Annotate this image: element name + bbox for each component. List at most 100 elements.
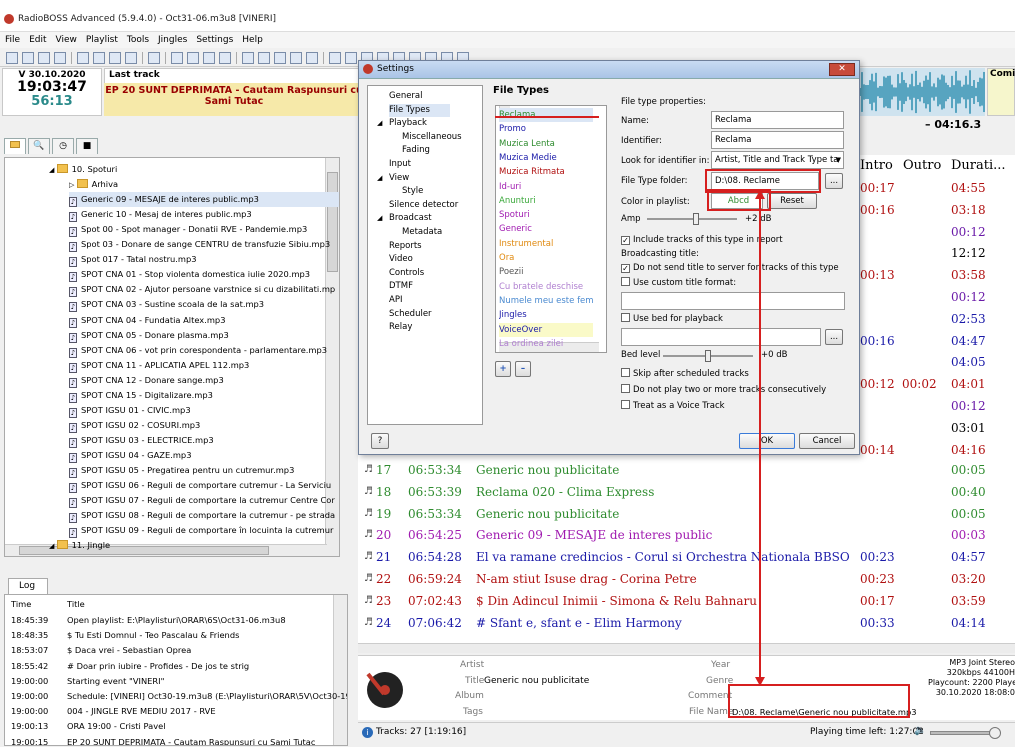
- settings-nav-item[interactable]: General: [389, 90, 423, 103]
- col-outro[interactable]: Outro: [903, 158, 941, 173]
- bed-file-field[interactable]: [621, 328, 821, 346]
- tree-item[interactable]: ♪ SPOT CNA 06 - vot prin corespondenta - …: [69, 343, 339, 358]
- bed-browse-button[interactable]: ...: [825, 329, 843, 345]
- log-scrollbar[interactable]: [333, 595, 347, 745]
- tree-item[interactable]: ♪ SPOT IGSU 09 - Reguli de comportare în …: [69, 523, 339, 539]
- toolbar-button-icon[interactable]: [109, 52, 121, 64]
- toolbar-button-icon[interactable]: [258, 52, 270, 64]
- settings-nav-item[interactable]: API: [389, 294, 402, 307]
- menu-item-tools[interactable]: Tools: [127, 35, 149, 45]
- file-type-item[interactable]: Cu bratele deschise: [499, 280, 593, 294]
- toolbar-button-icon[interactable]: [242, 52, 254, 64]
- playlist-row[interactable]: ♬ 18 06:53:39 Reclama 020 - Clima Express 00…: [358, 481, 1015, 503]
- amp-slider[interactable]: [647, 213, 737, 225]
- settings-nav-item[interactable]: ◢ Broadcast: [377, 212, 432, 225]
- menu-item-file[interactable]: File: [5, 35, 20, 45]
- file-type-item[interactable]: Poezii: [499, 265, 593, 279]
- look-select[interactable]: Artist, Title and Track Type ta ▼: [711, 151, 844, 169]
- expand-arrow-icon[interactable]: ◢: [377, 212, 382, 225]
- playlist-row[interactable]: ♬ 20 06:54:25 Generic 09 - MESAJE de intere…: [358, 524, 1015, 546]
- tree-item[interactable]: ♪ SPOT CNA 03 - Sustine scoala de la sat.…: [69, 297, 339, 313]
- menu-item-help[interactable]: Help: [242, 35, 263, 45]
- settings-nav-item[interactable]: Style: [402, 185, 423, 198]
- tree-item[interactable]: ♪ SPOT CNA 02 - Ajutor persoane varstnice…: [69, 282, 339, 298]
- database-tab-icon[interactable]: ■: [76, 138, 98, 154]
- file-type-item[interactable]: La ordinea zilei: [499, 337, 593, 351]
- donotsend-checkbox[interactable]: ✓ Do not send title to server for tracks …: [621, 262, 839, 275]
- col-duration[interactable]: Durati...: [951, 158, 1006, 173]
- playlist-row[interactable]: ♬ 24 07:06:42 # Sfant e, sfant e - Elim Har…: [358, 612, 1015, 634]
- tree-item[interactable]: ♪ SPOT IGSU 07 - Reguli de comportare la …: [69, 493, 339, 509]
- remove-type-button[interactable]: –: [515, 361, 531, 377]
- file-type-item[interactable]: Id-uri: [499, 180, 593, 194]
- toolbar-button-icon[interactable]: [329, 52, 341, 64]
- add-type-button[interactable]: +: [495, 361, 511, 377]
- reset-color-button[interactable]: Reset: [767, 193, 817, 209]
- use-bed-checkbox[interactable]: Use bed for playback: [621, 313, 723, 326]
- file-type-item[interactable]: Promo: [499, 122, 593, 136]
- settings-nav-item[interactable]: File Types: [389, 103, 450, 117]
- file-type-item[interactable]: Anunturi: [499, 194, 593, 208]
- noconsec-checkbox[interactable]: Do not play two or more tracks consecuti…: [621, 384, 826, 397]
- volume-slider[interactable]: [930, 727, 1001, 739]
- file-type-item[interactable]: Muzica Lenta: [499, 137, 593, 151]
- settings-nav-item[interactable]: ◢ View: [377, 172, 409, 185]
- playlist-row[interactable]: ♬ 19 06:53:34 Generic nou publicitate 00:05: [358, 503, 1015, 525]
- toolbar-button-icon[interactable]: [187, 52, 199, 64]
- toolbar-button-icon[interactable]: [125, 52, 137, 64]
- tree-item[interactable]: ♪ Generic 10 - Mesaj de interes public.mp…: [69, 207, 339, 223]
- toolbar-button-icon[interactable]: [6, 52, 18, 64]
- menu-item-view[interactable]: View: [56, 35, 77, 45]
- tree-item[interactable]: ♪ SPOT CNA 01 - Stop violenta domestica i…: [69, 267, 339, 283]
- settings-nav-item[interactable]: ◢ Playback: [377, 117, 427, 130]
- folder-browse-button[interactable]: ...: [825, 173, 843, 189]
- toolbar-button-icon[interactable]: [93, 52, 105, 64]
- file-type-item[interactable]: Jingles: [499, 308, 593, 322]
- tree-item[interactable]: ♪ SPOT IGSU 01 - CIVIC.mp3: [69, 403, 339, 418]
- clock-tab-icon[interactable]: ◷: [52, 138, 74, 154]
- search-tab-icon[interactable]: 🔍: [28, 138, 50, 154]
- tree-item[interactable]: ♪ Spot 03 - Donare de sange CENTRU de tra…: [69, 237, 339, 253]
- name-field[interactable]: Reclama: [711, 111, 844, 129]
- file-tree[interactable]: ◢ 10. Spoturi ▷ Arhiva ♪ Generic 09 - MESAJ…: [4, 157, 340, 557]
- playlist-hscroll[interactable]: [358, 643, 1015, 653]
- cancel-button[interactable]: Cancel: [799, 433, 855, 449]
- toolbar-button-icon[interactable]: [274, 52, 286, 64]
- settings-nav-item[interactable]: Scheduler: [389, 308, 432, 321]
- toolbar-button-icon[interactable]: [306, 52, 318, 64]
- toolbar-button-icon[interactable]: [171, 52, 183, 64]
- expand-arrow-icon[interactable]: ◢: [49, 166, 57, 174]
- tree-item[interactable]: ▷ Arhiva: [69, 177, 339, 192]
- toolbar-button-icon[interactable]: [345, 52, 357, 64]
- file-type-item[interactable]: Reclama: [499, 108, 593, 122]
- file-type-item[interactable]: Muzica Medie: [499, 151, 593, 165]
- playlist-row[interactable]: ♬ 22 06:59:24 N-am stiut Isuse drag - Corin…: [358, 568, 1015, 590]
- expand-arrow-icon[interactable]: ◢: [377, 117, 382, 130]
- tree-item[interactable]: ◢ 10. Spoturi: [49, 162, 339, 177]
- tree-item[interactable]: ♪ Spot 00 - Spot manager - Donatii RVE - …: [69, 222, 339, 238]
- toolbar-button-icon[interactable]: [54, 52, 66, 64]
- toolbar-button-icon[interactable]: [38, 52, 50, 64]
- tree-item[interactable]: ♪ SPOT IGSU 06 - Reguli de comportare cut…: [69, 478, 339, 494]
- skip-checkbox[interactable]: Skip after scheduled tracks: [621, 368, 749, 381]
- toolbar-button-icon[interactable]: [290, 52, 302, 64]
- toolbar-button-icon[interactable]: [219, 52, 231, 64]
- col-intro[interactable]: Intro: [860, 158, 893, 173]
- tree-item[interactable]: ♪ SPOT IGSU 05 - Pregatirea pentru un cut…: [69, 463, 339, 478]
- toolbar-button-icon[interactable]: [203, 52, 215, 64]
- file-type-item[interactable]: Muzica Ritmata: [499, 165, 593, 179]
- tree-item[interactable]: ◢ 11. Jingle: [49, 538, 339, 553]
- file-type-item[interactable]: Generic: [499, 222, 593, 236]
- menu-item-jingles[interactable]: Jingles: [158, 35, 187, 45]
- dialog-close-button[interactable]: ✕: [829, 63, 855, 76]
- menu-item-playlist[interactable]: Playlist: [86, 35, 118, 45]
- file-type-item[interactable]: Ora: [499, 251, 593, 265]
- tree-item[interactable]: ♪ SPOT IGSU 08 - Reguli de comportare la …: [69, 508, 339, 524]
- settings-nav-item[interactable]: Input: [389, 158, 411, 171]
- file-types-list[interactable]: Reclama Promo Muzica Lenta Muzica Medie Muzi…: [495, 105, 607, 353]
- settings-nav-item[interactable]: Fading: [402, 144, 430, 157]
- settings-nav-item[interactable]: Reports: [389, 240, 422, 253]
- file-type-item[interactable]: Instrumental: [499, 237, 593, 251]
- expand-arrow-icon[interactable]: ◢: [49, 542, 57, 550]
- help-button[interactable]: ?: [371, 433, 389, 449]
